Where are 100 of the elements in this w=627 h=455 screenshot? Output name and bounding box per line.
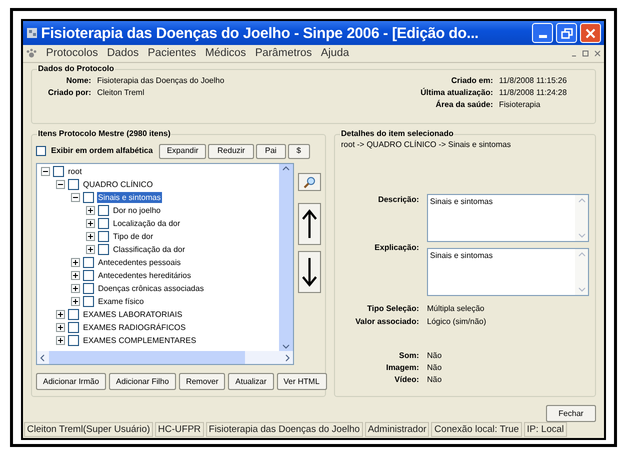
action-button[interactable]: Atualizar [228, 373, 274, 390]
field-label: Imagem: [385, 362, 419, 374]
vertical-scrollbar[interactable] [279, 164, 293, 351]
tree-item[interactable]: Dor no joelho [112, 205, 162, 216]
tree-item[interactable]: EXAMES RADIOGRÁFICOS [82, 322, 187, 333]
toolbar-button[interactable]: Pai [256, 144, 286, 158]
checkbox-label: Exibir em ordem alfabética [51, 145, 153, 157]
expand-icon[interactable] [56, 336, 65, 345]
mdi-controls-icon[interactable] [571, 50, 601, 58]
restore-button[interactable] [556, 23, 577, 43]
action-button[interactable]: Adicionar Filho [109, 373, 176, 390]
tree-item[interactable]: QUADRO CLÍNICO [82, 179, 154, 190]
field-label: Nome: [65, 75, 92, 87]
expand-icon[interactable] [86, 232, 95, 241]
collapse-icon[interactable] [71, 193, 80, 202]
tree-item[interactable]: root [67, 166, 83, 177]
expand-icon[interactable] [86, 219, 95, 228]
tree-item[interactable]: Tipo de dor [112, 231, 154, 242]
search-button[interactable] [298, 173, 321, 191]
tree-item[interactable]: Sinais e sintomas [97, 192, 162, 203]
field-value: 11/8/2008 11:24:28 [499, 87, 568, 99]
field-label: Valor associado: [354, 316, 419, 328]
status-bar-cell: Administrador [364, 422, 430, 437]
status-bar-cell: Conexão local: True [431, 422, 522, 437]
field-value: Não [427, 362, 443, 374]
tree-checkbox[interactable] [83, 283, 94, 294]
field-label: Área da saúde: [434, 99, 493, 111]
toolbar-button[interactable]: $ [288, 144, 310, 158]
checkbox[interactable] [36, 146, 46, 156]
scroll-down-icon[interactable] [282, 344, 290, 349]
action-button[interactable]: Adicionar Irmão [36, 373, 106, 390]
tree-checkbox[interactable] [98, 205, 109, 216]
field-value: Cleiton Treml [97, 87, 146, 99]
group-title: Itens Protocolo Mestre (2980 itens) [37, 129, 172, 139]
expand-icon[interactable] [71, 297, 80, 306]
expand-icon[interactable] [71, 258, 80, 267]
tree-checkbox[interactable] [68, 179, 79, 190]
menu-item[interactable]: Médicos [205, 48, 246, 59]
tree-checkbox[interactable] [98, 244, 109, 255]
arrow-down-icon [302, 257, 317, 287]
tree-checkbox[interactable] [68, 309, 79, 320]
app-icon [26, 27, 38, 39]
action-button[interactable]: Remover [178, 373, 226, 390]
menu-item[interactable]: Pacientes [148, 48, 196, 59]
minimize-button[interactable] [532, 23, 553, 43]
toolbar-button[interactable]: Expandir [158, 144, 206, 158]
expand-icon[interactable] [56, 310, 65, 319]
close-icon [585, 28, 596, 38]
collapse-icon[interactable] [41, 167, 50, 176]
tree-item[interactable]: Exame físico [97, 296, 145, 307]
tree-checkbox[interactable] [83, 270, 94, 281]
move-up-button[interactable] [298, 203, 321, 245]
expand-icon[interactable] [71, 271, 80, 280]
field-label: Explicação: [374, 242, 419, 254]
field-label: Última atualização: [420, 87, 493, 99]
tree-item[interactable]: Classificação da dor [112, 244, 186, 255]
status-bar-cell: HC-UFPR [155, 422, 204, 437]
field-label: Criado por: [47, 87, 92, 99]
action-button[interactable]: Ver HTML [276, 373, 327, 390]
field-value: Não [427, 350, 443, 362]
tree-checkbox[interactable] [53, 166, 64, 177]
tree-item[interactable]: Antecedentes pessoais [97, 257, 182, 268]
tree-checkbox[interactable] [83, 257, 94, 268]
tree-item[interactable]: EXAMES LABORATORIAIS [82, 309, 184, 320]
close-dialog-button[interactable]: Fechar [546, 405, 596, 422]
search-icon [303, 176, 316, 188]
field-value: Lógico (sim/não) [427, 316, 488, 328]
collapse-icon[interactable] [56, 180, 65, 189]
menu-item[interactable]: Protocolos [46, 48, 98, 59]
menu-item[interactable]: Dados [106, 48, 139, 59]
horizontal-scrollbar[interactable] [37, 351, 293, 364]
item-path: root -> QUADRO CLÍNICO -> Sinais e sintomas [341, 140, 512, 150]
tree-checkbox[interactable] [68, 322, 79, 333]
menu-item[interactable]: Ajuda [320, 48, 350, 59]
move-down-button[interactable] [298, 251, 321, 293]
field-value: 11/8/2008 11:15:26 [499, 75, 568, 87]
tree-checkbox[interactable] [98, 231, 109, 242]
toolbar-button[interactable]: Reduzir [208, 144, 254, 158]
scroll-right-icon[interactable] [285, 354, 290, 362]
arrow-up-icon [302, 209, 317, 239]
field-label: Criado em: [450, 75, 493, 87]
scroll-up-icon[interactable] [282, 166, 290, 171]
tree-checkbox[interactable] [83, 296, 94, 307]
minimize-icon [538, 35, 546, 38]
scroll-left-icon[interactable] [40, 354, 45, 362]
field-label: Tipo Seleção: [366, 303, 419, 315]
tree-checkbox[interactable] [98, 218, 109, 229]
tree-checkbox[interactable] [83, 192, 94, 203]
tree-checkbox[interactable] [68, 335, 79, 346]
expand-icon[interactable] [71, 284, 80, 293]
expand-icon[interactable] [86, 245, 95, 254]
expand-icon[interactable] [86, 206, 95, 215]
menu-item[interactable]: Parâmetros [255, 48, 312, 59]
close-button[interactable] [580, 23, 601, 43]
tree-item[interactable]: EXAMES COMPLEMENTARES [82, 335, 198, 346]
window-title: Fisioterapia das Doenças do Joelho - Sinpe 2006 - [Edição do... [41, 26, 480, 40]
tree-item[interactable]: Doenças crônicas associadas [97, 283, 205, 294]
tree-item[interactable]: Localização da dor [112, 218, 182, 229]
expand-icon[interactable] [56, 323, 65, 332]
tree-item[interactable]: Antecedentes hereditários [97, 270, 192, 281]
